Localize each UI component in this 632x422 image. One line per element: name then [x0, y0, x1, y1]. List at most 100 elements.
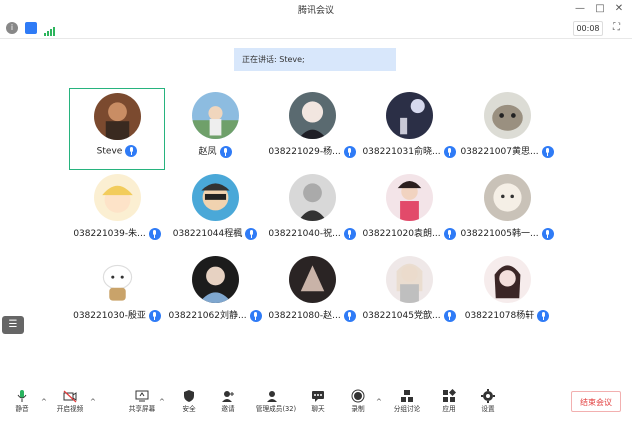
video-button[interactable]: 开启视频: [53, 386, 87, 420]
invite-button[interactable]: 邀请: [211, 386, 245, 420]
avatar: [93, 93, 141, 140]
participant-tile[interactable]: 038221020袁朗...: [361, 170, 457, 252]
avatar: [288, 92, 336, 139]
fullscreen-icon[interactable]: ⛶: [611, 22, 622, 33]
security-label: 安全: [182, 405, 196, 413]
mic-icon: [245, 227, 258, 240]
mic-icon: [249, 309, 262, 322]
microphone-icon: [15, 388, 29, 402]
avatar: [93, 174, 141, 221]
apps-icon: [442, 388, 457, 402]
participant-name: 038221080-赵...: [268, 311, 341, 321]
mic-icon: [443, 227, 456, 240]
shield-icon[interactable]: [25, 22, 37, 34]
participant-name: 038221031俞晓...: [362, 147, 441, 157]
participant-tile[interactable]: 038221007黄思...: [459, 88, 555, 170]
add-user-icon: [221, 388, 235, 402]
participant-tile[interactable]: 赵凤: [167, 88, 263, 170]
window-title: 腾讯会议: [297, 6, 334, 16]
avatar: [483, 256, 531, 303]
participant-name: 038221007黄思...: [460, 147, 539, 157]
list-toggle-icon[interactable]: ☰: [2, 316, 24, 334]
participant-name: 赵凤: [198, 147, 217, 157]
mute-button[interactable]: 静音: [5, 386, 39, 420]
share-screen-label: 共享屏幕: [128, 405, 156, 413]
participant-name: 038221029-杨...: [268, 147, 341, 157]
share-screen-icon: [135, 388, 149, 402]
participant-tile[interactable]: 038221031俞晓...: [361, 88, 457, 170]
avatar: [191, 92, 239, 139]
participant-tile[interactable]: 038221078杨轩: [459, 252, 555, 334]
signal-icon[interactable]: [43, 22, 55, 36]
share-screen-button[interactable]: 共享屏幕: [125, 386, 159, 420]
minimize-button[interactable]: —: [572, 1, 588, 17]
participant-name: 038221040-祝...: [268, 229, 341, 239]
chat-button[interactable]: 聊天: [301, 386, 335, 420]
close-button[interactable]: ✕: [611, 1, 627, 17]
avatar: [191, 256, 239, 303]
avatar: [385, 256, 433, 303]
mic-icon: [541, 227, 554, 240]
participant-tile[interactable]: 038221062刘静...: [167, 252, 263, 334]
participant-tile[interactable]: 038221029-杨...: [264, 88, 360, 170]
participant-name: 038221045党歆...: [362, 311, 441, 321]
avatar: [385, 92, 433, 139]
chevron-up-icon[interactable]: ^: [90, 398, 96, 406]
mic-icon: [125, 145, 138, 157]
security-button[interactable]: 安全: [172, 386, 206, 420]
speaking-indicator: 正在讲话: Steve;: [234, 48, 396, 71]
participant-tile[interactable]: 038221039-朱...: [69, 170, 165, 252]
participant-name: 038221005韩一...: [460, 229, 539, 239]
chevron-up-icon[interactable]: ^: [159, 398, 165, 406]
chevron-up-icon[interactable]: ^: [376, 398, 382, 406]
title-bar: 腾讯会议 — □ ✕: [0, 0, 632, 18]
shield-icon: [182, 388, 196, 402]
meeting-info-bar: i 00:08 ⛶: [0, 18, 632, 39]
end-meeting-button[interactable]: 结束会议: [571, 391, 621, 412]
participant-tile[interactable]: Steve: [69, 88, 165, 170]
members-icon: [265, 388, 279, 402]
mic-icon: [443, 145, 456, 158]
participant-tile[interactable]: 038221030-殷亚: [69, 252, 165, 334]
participant-tile[interactable]: 038221080-赵...: [264, 252, 360, 334]
chevron-up-icon[interactable]: ^: [41, 398, 47, 406]
participant-tile[interactable]: 038221040-祝...: [264, 170, 360, 252]
settings-button[interactable]: 设置: [471, 386, 505, 420]
settings-label: 设置: [481, 405, 495, 413]
participant-tile[interactable]: 038221044程楓: [167, 170, 263, 252]
meeting-timer: 00:08: [573, 21, 603, 36]
participant-name: 038221078杨轩: [464, 311, 535, 321]
record-label: 录制: [351, 405, 365, 413]
members-label: 管理成员(32): [255, 405, 297, 413]
invite-label: 邀请: [221, 405, 235, 413]
participant-tile[interactable]: 038221045党歆...: [361, 252, 457, 334]
apps-button[interactable]: 应用: [432, 386, 466, 420]
avatar: [483, 92, 531, 139]
info-icon[interactable]: i: [6, 22, 18, 34]
camera-off-icon: [63, 388, 77, 403]
participant-tile[interactable]: 038221005韩一...: [459, 170, 555, 252]
avatar: [191, 174, 239, 221]
avatar: [483, 174, 531, 221]
mic-icon: [343, 309, 356, 322]
mic-icon: [537, 309, 550, 322]
mic-icon: [443, 309, 456, 322]
participant-name: Steve: [96, 146, 123, 157]
manage-members-button[interactable]: 管理成员(32): [255, 386, 297, 420]
mic-icon: [148, 227, 161, 240]
mic-icon: [148, 309, 161, 322]
participant-name: 038221062刘静...: [168, 311, 247, 321]
breakout-rooms-button[interactable]: 分组讨论: [390, 386, 424, 420]
gear-icon: [481, 388, 495, 403]
mic-icon: [541, 145, 554, 158]
breakout-icon: [400, 388, 414, 402]
maximize-button[interactable]: □: [592, 1, 608, 17]
mic-icon: [343, 145, 356, 158]
avatar: [385, 174, 433, 221]
avatar: [288, 174, 336, 221]
record-button[interactable]: 录制: [341, 386, 375, 420]
chat-icon: [311, 388, 325, 402]
avatar: [93, 256, 141, 303]
mic-icon: [219, 145, 232, 158]
breakout-label: 分组讨论: [393, 405, 421, 413]
